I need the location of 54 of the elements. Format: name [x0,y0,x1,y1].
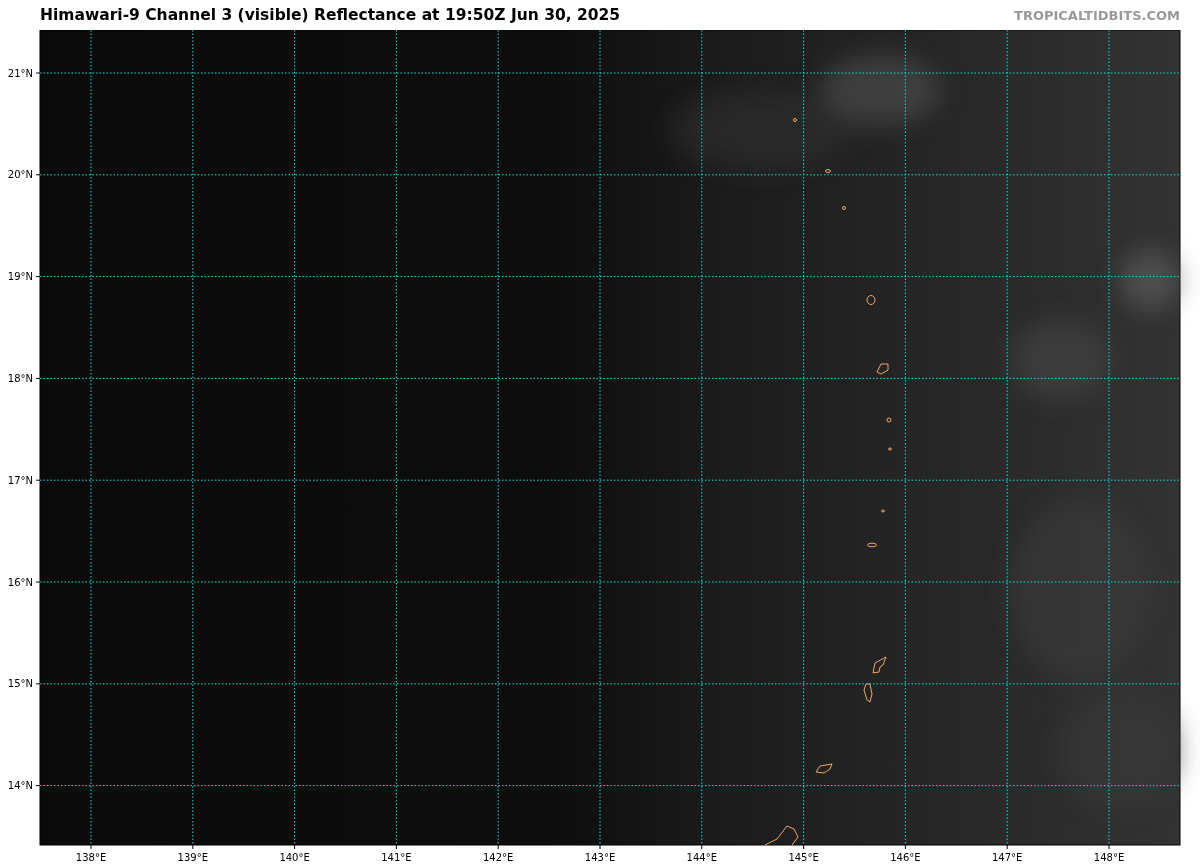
latitude-label: 20°N [7,169,33,181]
latitude-label: 16°N [7,576,33,588]
cloud [1120,250,1180,310]
tick-mark [701,844,703,850]
longitude-label: 147°E [992,852,1023,863]
tick-mark [35,276,41,278]
tick-mark [497,844,499,850]
tick-mark [904,844,906,850]
longitude-label: 141°E [381,852,412,863]
island-outline [876,363,889,375]
island-outline [764,825,799,846]
tick-mark [294,844,296,850]
tick-mark [35,72,41,74]
island-outline [867,542,877,548]
island-outline [815,763,833,774]
tick-mark [1006,844,1008,850]
longitude-label: 142°E [483,852,514,863]
island-outline [872,656,887,674]
longitude-label: 144°E [686,852,717,863]
island-outline [825,169,831,173]
longitude-label: 140°E [279,852,310,863]
longitude-label: 138°E [75,852,107,863]
latitude-label: 18°N [7,372,33,384]
tick-mark [35,785,41,787]
tick-mark [35,581,41,583]
latitude-label: 15°N [7,678,33,690]
site-credit: TROPICALTIDBITS.COM [1014,7,1180,23]
island-outline [886,417,892,423]
tick-mark [192,844,194,850]
map-title: Himawari-9 Channel 3 (visible) Reflectance at 19:50Z Jun 30, 2025 [40,6,621,24]
island-outline [881,509,885,513]
island-outline [793,118,797,122]
tick-mark [35,479,41,481]
longitude-label: 146°E [890,852,921,863]
island-outline [888,447,892,451]
island-outline [866,295,876,305]
latitude-label: 21°N [7,67,33,79]
tick-mark [395,844,397,850]
tick-mark [35,683,41,685]
island-outline [863,683,873,703]
island-outline [842,206,846,210]
tick-mark [1108,844,1110,850]
latitude-label: 14°N [7,780,33,792]
tick-mark [35,377,41,379]
tick-mark [599,844,601,850]
tick-mark [35,174,41,176]
longitude-label: 145°E [788,852,819,863]
longitude-label: 139°E [177,852,208,863]
longitude-label: 148°E [1093,852,1125,863]
latitude-label: 19°N [7,271,33,283]
tick-mark [90,844,92,850]
longitude-label: 143°E [584,852,616,863]
tick-mark [803,844,805,850]
latitude-label: 17°N [7,474,33,486]
